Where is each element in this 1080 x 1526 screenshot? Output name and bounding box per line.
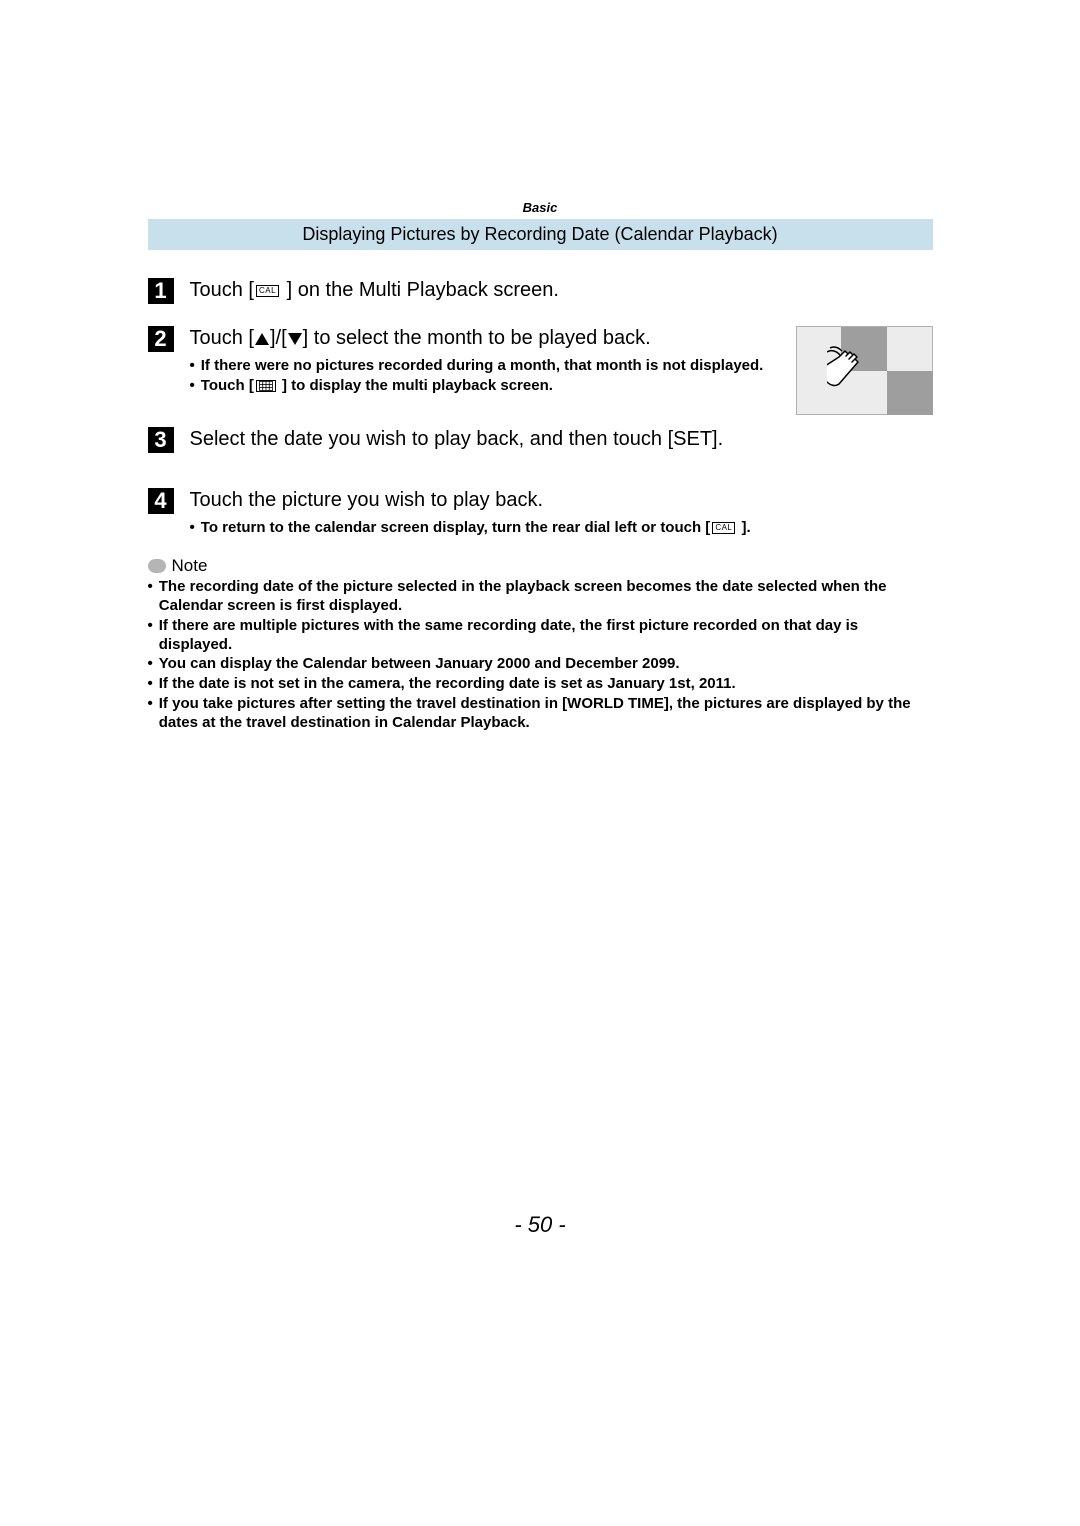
step-1: 1 Touch [CAL ] on the Multi Playback scr… bbox=[148, 278, 933, 304]
text-fragment: ] to select the month to be played back. bbox=[303, 327, 651, 349]
bullet-marker: • bbox=[148, 675, 153, 694]
note-list: •The recording date of the picture selec… bbox=[148, 578, 933, 732]
step-body: Touch the picture you wish to play back.… bbox=[190, 488, 933, 539]
bullet-marker: • bbox=[148, 695, 153, 733]
note-label: Note bbox=[172, 556, 208, 576]
step-number-box: 1 bbox=[148, 278, 174, 304]
note-item: •If there are multiple pictures with the… bbox=[148, 617, 933, 655]
note-item: •The recording date of the picture selec… bbox=[148, 578, 933, 616]
bullet-item: • To return to the calendar screen displ… bbox=[190, 519, 933, 538]
bullet-text: To return to the calendar screen display… bbox=[201, 519, 751, 538]
section-label: Basic bbox=[148, 200, 933, 215]
note-icon bbox=[148, 559, 166, 573]
note-text: If the date is not set in the camera, th… bbox=[159, 675, 736, 694]
step-text: Touch the picture you wish to play back. bbox=[190, 488, 933, 513]
note-text: If you take pictures after setting the t… bbox=[159, 695, 933, 733]
hand-icon bbox=[827, 345, 877, 400]
text-fragment: ] on the Multi Playback screen. bbox=[281, 279, 559, 301]
text-fragment: ] to display the multi playback screen. bbox=[278, 377, 553, 394]
bullet-marker: • bbox=[190, 377, 195, 396]
bullet-item: • If there were no pictures recorded dur… bbox=[190, 357, 773, 376]
step-number-box: 4 bbox=[148, 488, 174, 514]
bullet-marker: • bbox=[190, 357, 195, 376]
step-3: 3 Select the date you wish to play back,… bbox=[148, 427, 933, 458]
cal-icon: CAL bbox=[712, 522, 735, 534]
note-item: • If the date is not set in the camera, t… bbox=[148, 675, 933, 694]
note-text: The recording date of the picture select… bbox=[159, 578, 933, 616]
triangle-up-icon bbox=[255, 333, 269, 345]
manual-page: Basic Displaying Pictures by Recording D… bbox=[148, 200, 933, 1238]
note-item: • You can display the Calendar between Ja… bbox=[148, 655, 933, 674]
illus-square bbox=[887, 371, 933, 415]
text-fragment: To return to the calendar screen display… bbox=[201, 519, 711, 536]
text-fragment: Touch [ bbox=[201, 377, 254, 394]
text-fragment: Touch [ bbox=[190, 279, 254, 301]
page-number: - 50 - bbox=[148, 1212, 933, 1238]
bullet-text: If there were no pictures recorded durin… bbox=[201, 357, 764, 376]
bullet-item: • Touch [ ] to display the multi playbac… bbox=[190, 377, 773, 396]
bullet-marker: • bbox=[148, 617, 153, 655]
note-heading: Note bbox=[148, 556, 933, 576]
bullet-marker: • bbox=[190, 519, 195, 538]
step-number-box: 3 bbox=[148, 427, 174, 453]
text-fragment: ]/[ bbox=[270, 327, 287, 349]
step-bullets: • To return to the calendar screen displ… bbox=[190, 519, 933, 538]
step-4: 4 Touch the picture you wish to play bac… bbox=[148, 488, 933, 539]
step-text: Select the date you wish to play back, a… bbox=[190, 427, 933, 452]
step-bullets: • If there were no pictures recorded dur… bbox=[190, 357, 773, 396]
step-text: Touch [CAL ] on the Multi Playback scree… bbox=[190, 279, 559, 301]
step-body: Touch [CAL ] on the Multi Playback scree… bbox=[190, 278, 933, 303]
text-fragment: ]. bbox=[737, 519, 750, 536]
text-fragment: Touch [ bbox=[190, 327, 254, 349]
bullet-marker: • bbox=[148, 655, 153, 674]
bullet-text: Touch [ ] to display the multi playback … bbox=[201, 377, 553, 396]
bullet-marker: • bbox=[148, 578, 153, 616]
touch-illustration bbox=[796, 326, 933, 415]
step-number-box: 2 bbox=[148, 326, 174, 352]
section-banner: Displaying Pictures by Recording Date (C… bbox=[148, 219, 933, 250]
cal-icon: CAL bbox=[256, 285, 279, 297]
triangle-down-icon bbox=[288, 333, 302, 345]
step-text: Touch [ ]/[ ] to select the month to be pl… bbox=[190, 326, 773, 351]
step-2: 2 Touch [ ]/[ ] to select the month to be … bbox=[148, 326, 933, 397]
note-text: If there are multiple pictures with the … bbox=[159, 617, 933, 655]
note-text: You can display the Calendar between Jan… bbox=[159, 655, 680, 674]
step-body: Select the date you wish to play back, a… bbox=[190, 427, 933, 458]
grid-icon bbox=[256, 380, 276, 392]
note-item: •If you take pictures after setting the … bbox=[148, 695, 933, 733]
